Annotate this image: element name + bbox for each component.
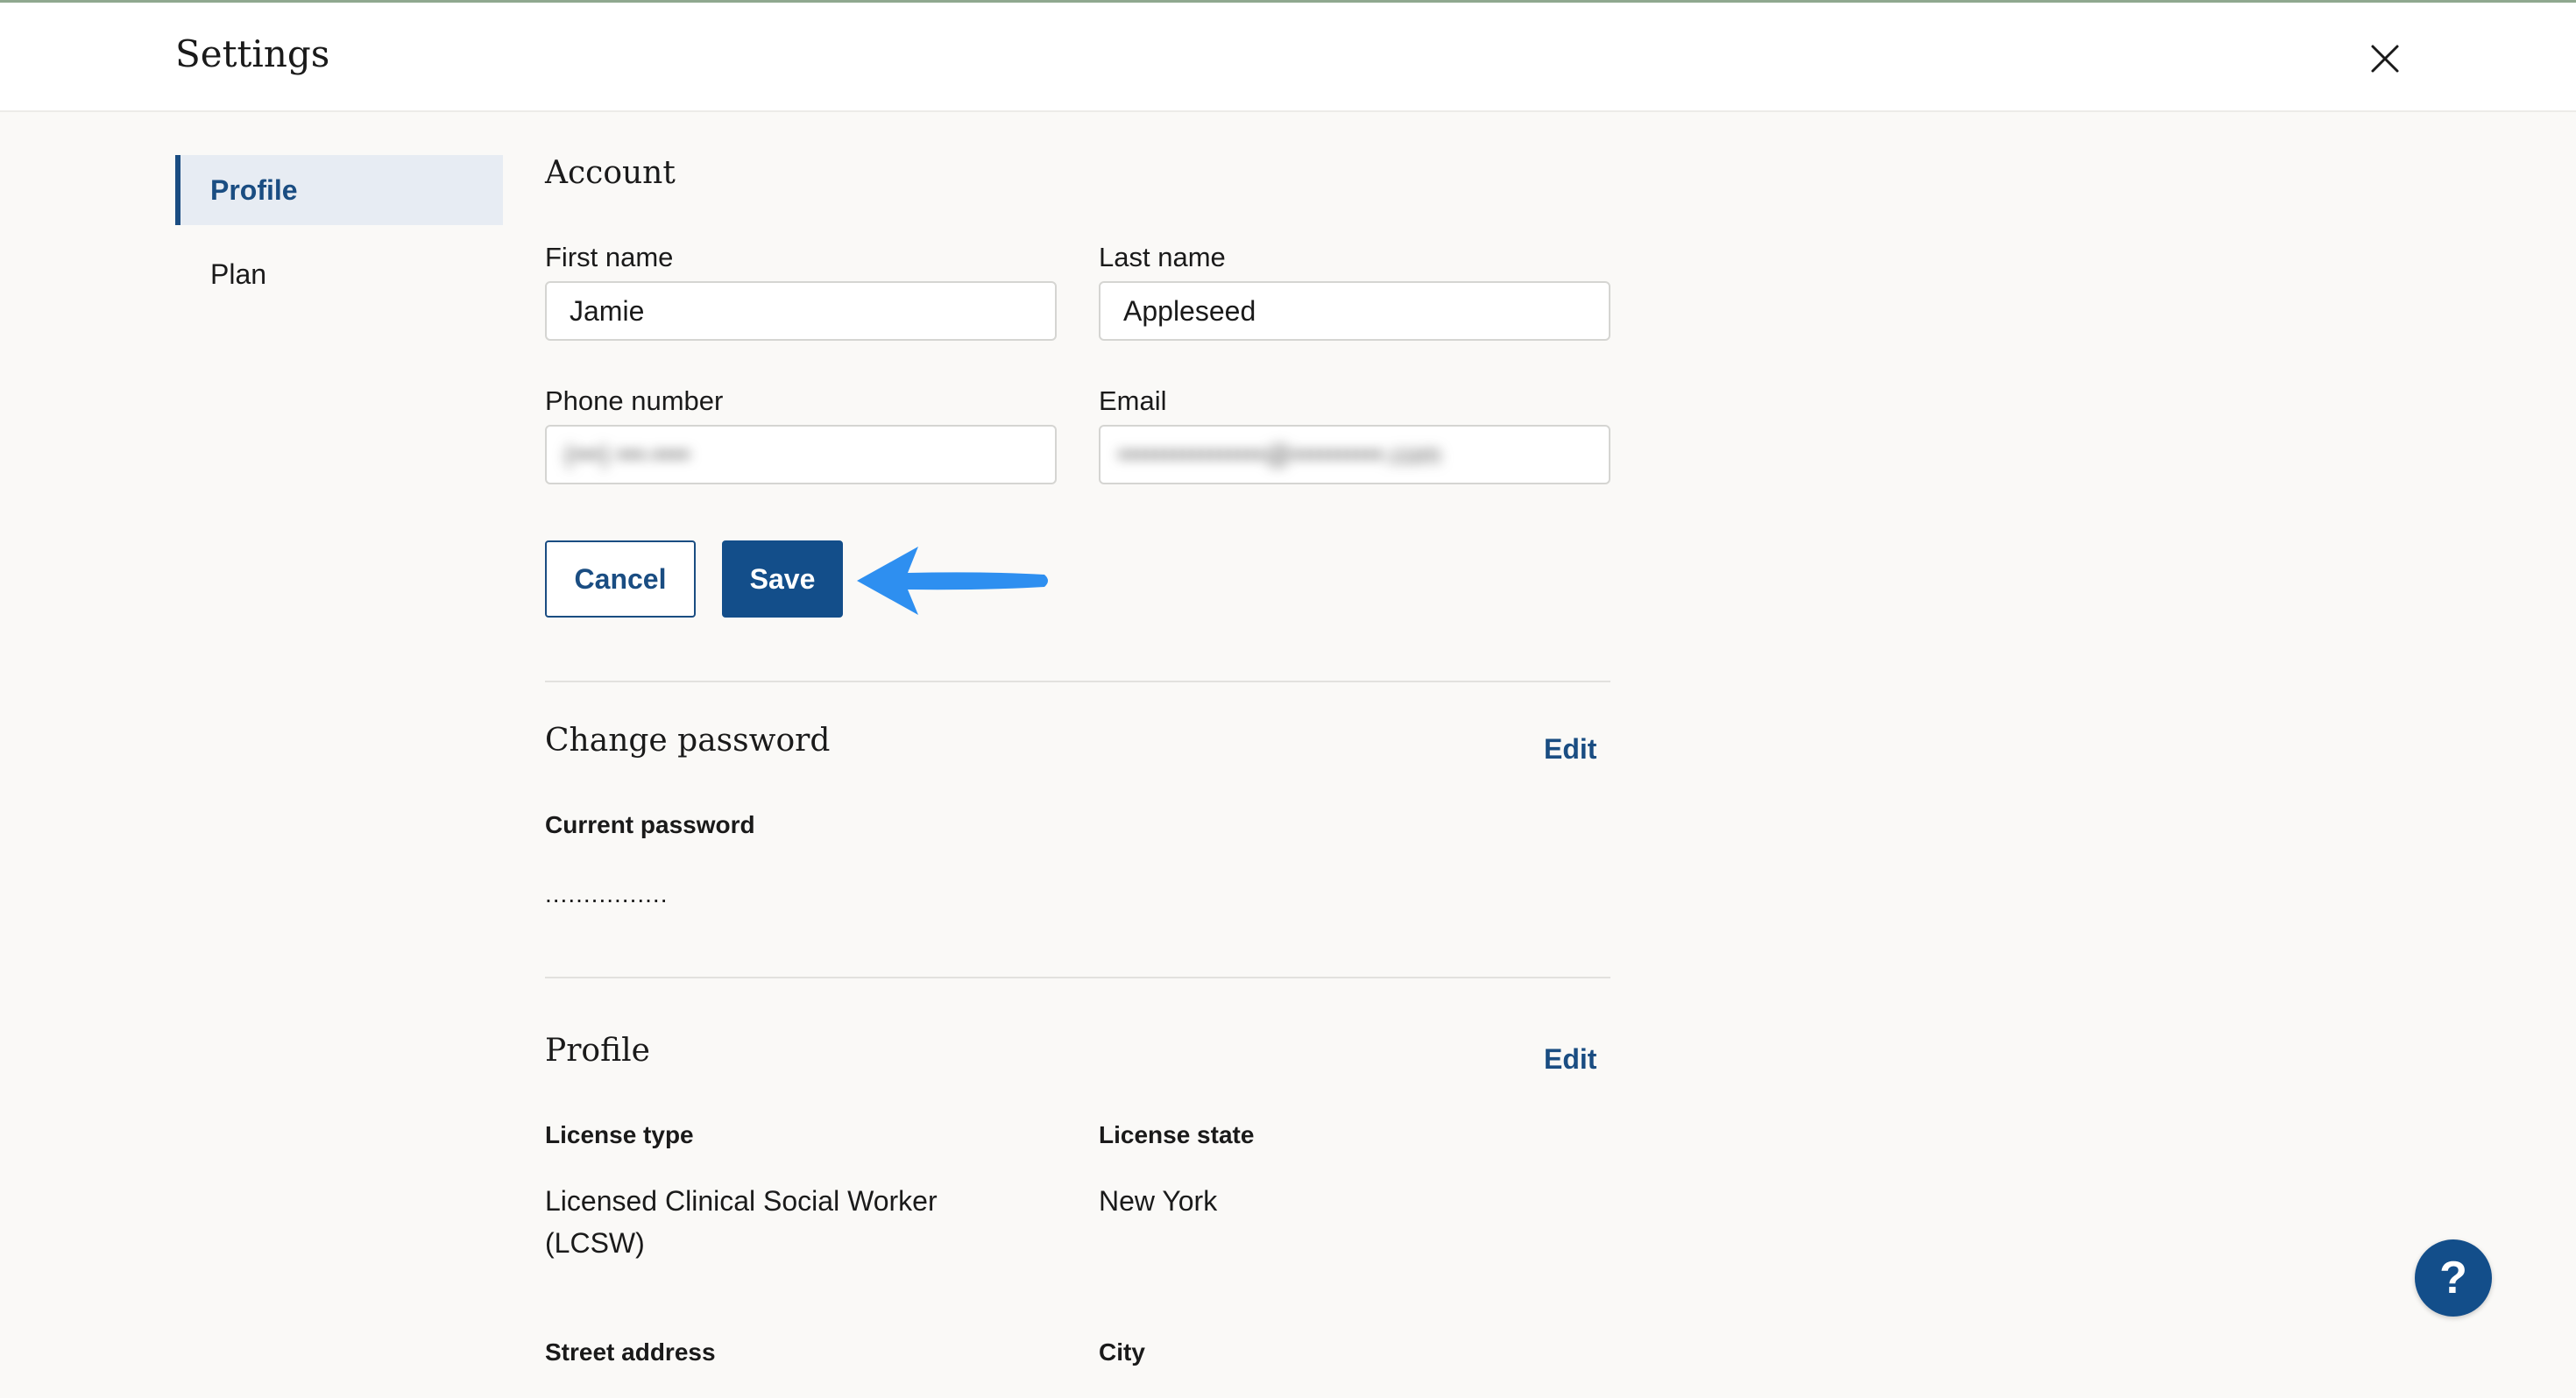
sidebar-item-plan[interactable]: Plan [175, 239, 503, 309]
last-name-label: Last name [1099, 242, 1226, 272]
license-state-value: New York [1099, 1185, 1218, 1217]
license-type-label: License type [545, 1121, 694, 1148]
first-name-field[interactable] [545, 281, 1057, 341]
license-state-label: License state [1099, 1121, 1255, 1148]
sidebar-item-label: Profile [210, 173, 298, 206]
profile-edit-link[interactable]: Edit [1544, 1043, 1596, 1076]
section-divider [545, 681, 1610, 682]
help-button[interactable]: ? [2415, 1239, 2492, 1317]
close-icon [2371, 45, 2399, 73]
settings-header: Settings [0, 3, 2576, 112]
change-password-title: Change password [545, 723, 831, 759]
street-address-label: Street address [545, 1338, 716, 1366]
sidebar-item-label: Plan [210, 258, 267, 290]
phone-number-value: (•••) •••-•••• [564, 441, 690, 470]
city-label: City [1099, 1338, 1145, 1366]
profile-section-title: Profile [545, 1033, 650, 1069]
save-button[interactable]: Save [722, 540, 843, 618]
cancel-button[interactable]: Cancel [545, 540, 696, 618]
account-section-title: Account [545, 155, 676, 191]
current-password-label: Current password [545, 811, 755, 838]
email-value: ••••••••••••••••@••••••••••.com [1118, 441, 1441, 470]
last-name-field[interactable] [1099, 281, 1610, 341]
page-title: Settings [175, 32, 330, 75]
phone-number-field[interactable]: (•••) •••-•••• [545, 425, 1057, 484]
sidebar-item-profile[interactable]: Profile [175, 155, 503, 225]
email-label: Email [1099, 385, 1167, 416]
phone-number-label: Phone number [545, 385, 724, 416]
license-type-value: Licensed Clinical Social Worker (LCSW) [545, 1185, 938, 1259]
settings-sidebar: Profile Plan [175, 155, 503, 323]
close-button[interactable] [2362, 36, 2408, 81]
section-divider [545, 977, 1610, 978]
change-password-edit-link[interactable]: Edit [1544, 733, 1596, 766]
email-field[interactable]: ••••••••••••••••@••••••••••.com [1099, 425, 1610, 484]
current-password-dots: ................ [545, 880, 669, 907]
arrow-pointer-icon [857, 547, 1048, 615]
first-name-label: First name [545, 242, 674, 272]
